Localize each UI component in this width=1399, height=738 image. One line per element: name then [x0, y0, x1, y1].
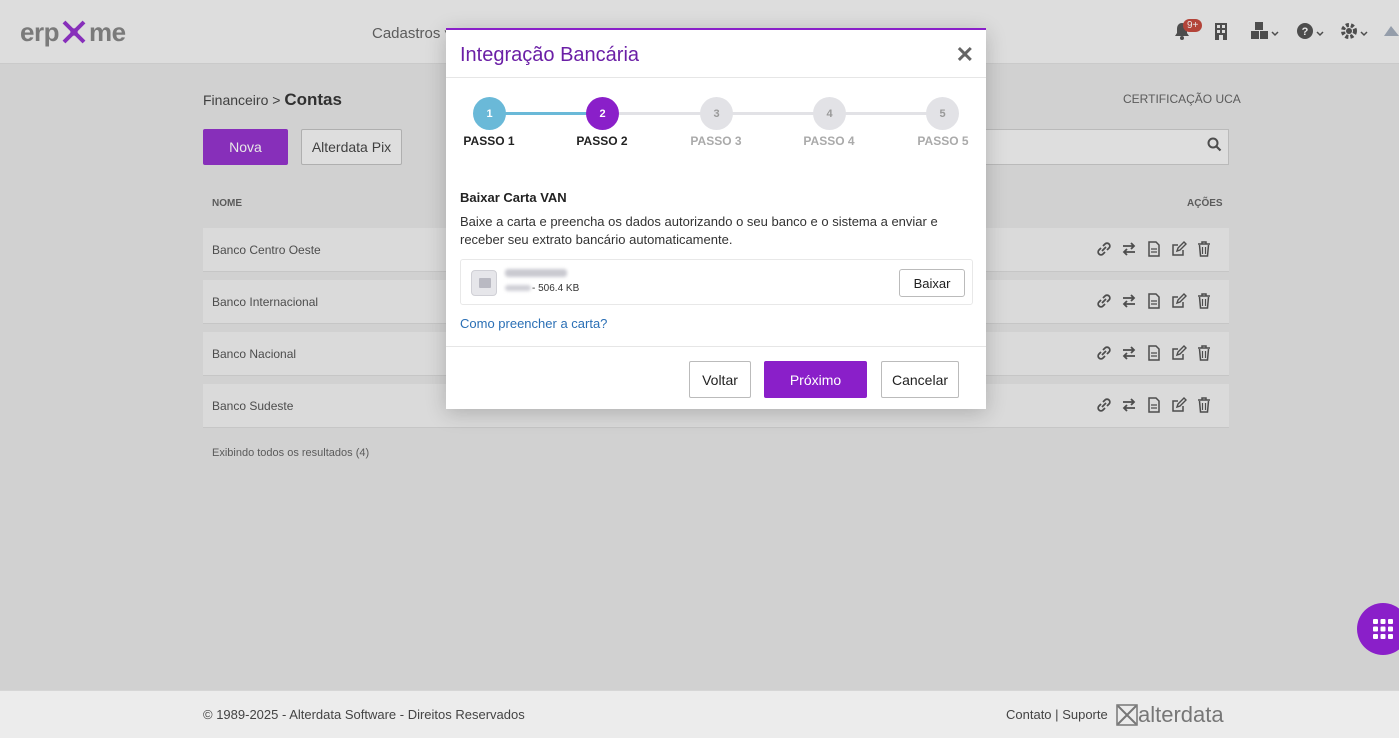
stepper-line-pending [602, 112, 942, 115]
section-title: Baixar Carta VAN [460, 190, 567, 205]
file-attachment: - 506.4 KB Baixar [460, 259, 973, 305]
step-2-label: PASSO 2 [576, 134, 628, 148]
alterdata-brand-text: alterdata [1138, 702, 1224, 727]
voltar-button[interactable]: Voltar [689, 361, 751, 398]
copyright-text: © 1989-2025 - Alterdata Software - Direi… [203, 707, 525, 722]
cancelar-button[interactable]: Cancelar [881, 361, 959, 398]
contato-link[interactable]: Contato [1006, 707, 1052, 722]
dialog-title: Integração Bancária [460, 44, 640, 66]
footer-divider [446, 346, 986, 347]
step-5-label: PASSO 5 [917, 134, 969, 148]
close-icon[interactable]: ✕ [956, 42, 974, 68]
alterdata-logo: alterdata [1116, 702, 1224, 728]
como-preencher-link[interactable]: Como preencher a carta? [460, 316, 607, 331]
section-description: Baixe a carta e preencha os dados autori… [460, 214, 938, 247]
footer: © 1989-2025 - Alterdata Software - Direi… [0, 690, 1399, 738]
step-1-label: PASSO 1 [463, 134, 515, 148]
grid-icon [1373, 619, 1393, 639]
alterdata-mark-icon [1116, 704, 1138, 726]
header-divider [446, 77, 986, 78]
step-3-circle[interactable]: 3 [700, 97, 733, 130]
step-3-label: PASSO 3 [690, 134, 742, 148]
file-meta-redacted [505, 285, 531, 291]
footer-links: Contato | Suporte [1006, 707, 1108, 722]
baixar-button[interactable]: Baixar [899, 269, 965, 297]
suporte-link[interactable]: Suporte [1062, 707, 1108, 722]
step-4-circle[interactable]: 4 [813, 97, 846, 130]
proximo-button[interactable]: Próximo [764, 361, 867, 398]
step-4-label: PASSO 4 [803, 134, 855, 148]
integracao-bancaria-dialog: Integração Bancária ✕ 1 PASSO 1 2 PASSO … [446, 28, 986, 409]
step-1-circle[interactable]: 1 [473, 97, 506, 130]
step-5-circle[interactable]: 5 [926, 97, 959, 130]
file-icon [471, 270, 497, 296]
footer-separator: | [1055, 707, 1059, 722]
step-2-circle[interactable]: 2 [586, 97, 619, 130]
file-size: - 506.4 KB [532, 283, 580, 294]
file-name-redacted [505, 269, 567, 277]
